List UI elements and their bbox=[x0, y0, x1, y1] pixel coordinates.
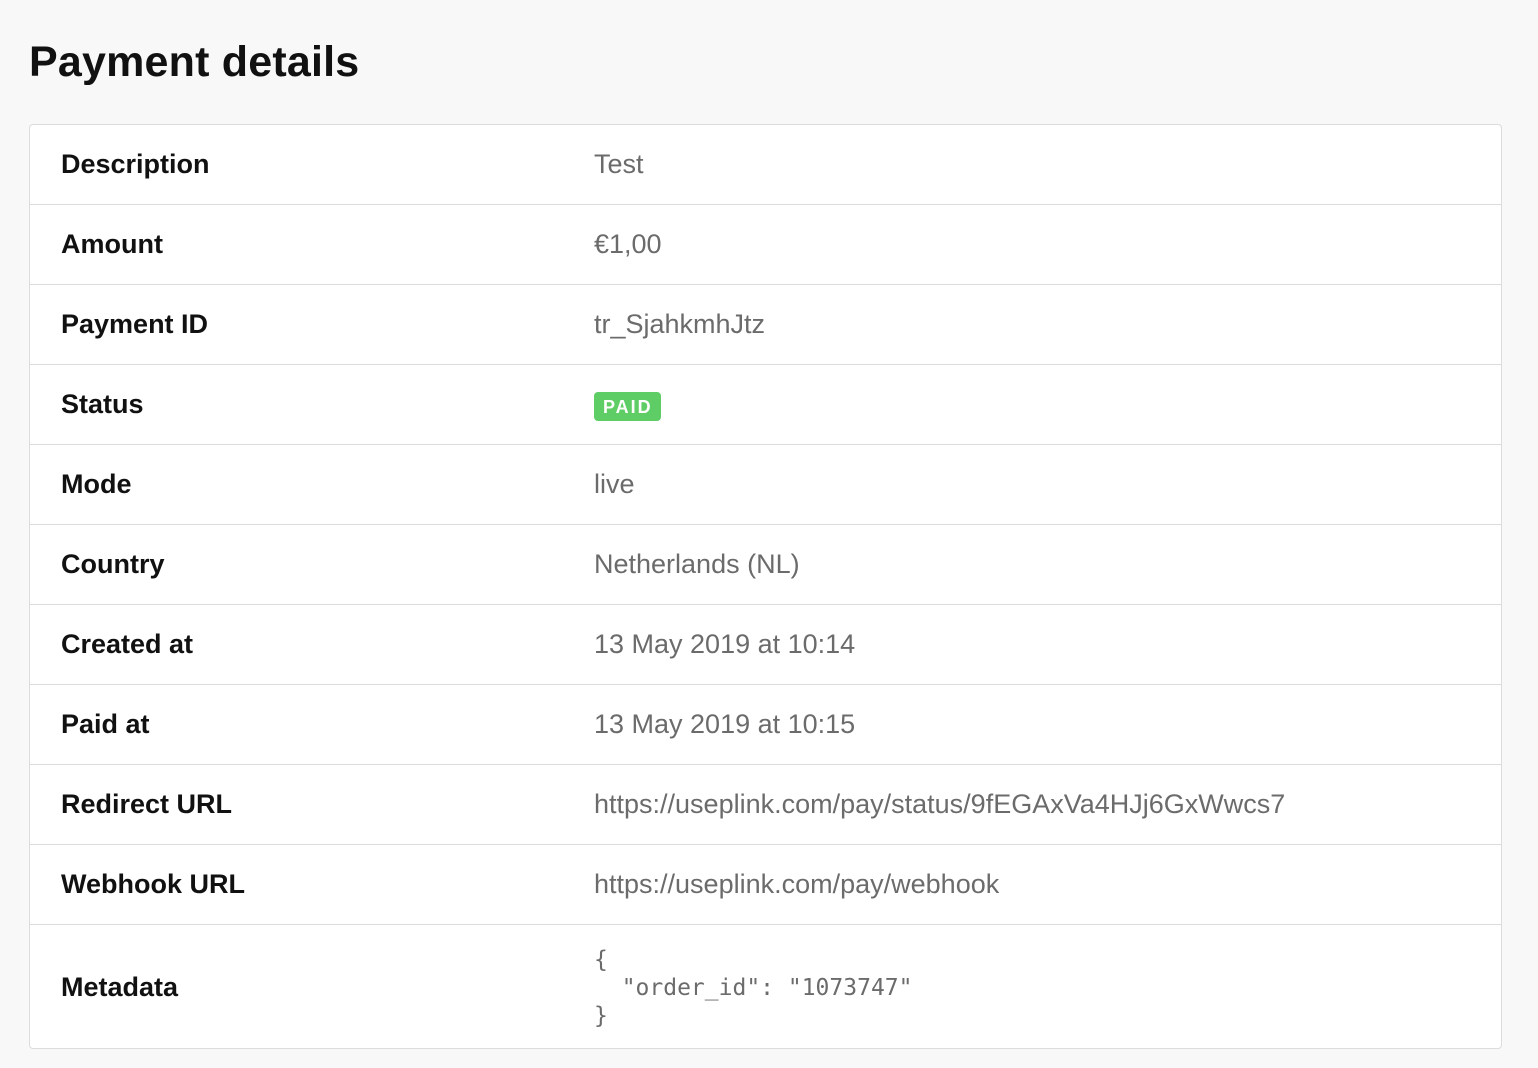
status-label: Status bbox=[61, 389, 144, 419]
created-at-label: Created at bbox=[61, 629, 194, 659]
payment-details-card: Description Test Amount €1,00 Payment ID… bbox=[29, 124, 1502, 1049]
detail-row-mode: Mode live bbox=[30, 445, 1501, 525]
redirect-url-value[interactable]: https://useplink.com/pay/status/9fEGAxVa… bbox=[594, 789, 1501, 820]
payment-id-value: tr_SjahkmhJtz bbox=[594, 309, 766, 339]
status-value: PAID bbox=[594, 389, 1501, 421]
mode-value: live bbox=[594, 469, 635, 499]
detail-row-amount: Amount €1,00 bbox=[30, 205, 1501, 285]
detail-row-metadata: Metadata { "order_id": "1073747" } bbox=[30, 925, 1501, 1048]
detail-row-country: Country Netherlands (NL) bbox=[30, 525, 1501, 605]
description-label: Description bbox=[61, 149, 210, 179]
detail-row-redirect-url: Redirect URL https://useplink.com/pay/st… bbox=[30, 765, 1501, 845]
country-value: Netherlands (NL) bbox=[594, 549, 800, 579]
detail-row-created-at: Created at 13 May 2019 at 10:14 bbox=[30, 605, 1501, 685]
webhook-url-value[interactable]: https://useplink.com/pay/webhook bbox=[594, 869, 1501, 900]
metadata-value: { "order_id": "1073747" } bbox=[594, 946, 1501, 1030]
country-label: Country bbox=[61, 549, 165, 579]
description-value: Test bbox=[594, 149, 644, 179]
page-title: Payment details bbox=[29, 38, 360, 86]
detail-row-paid-at: Paid at 13 May 2019 at 10:15 bbox=[30, 685, 1501, 765]
metadata-json: { "order_id": "1073747" } bbox=[594, 946, 913, 1029]
amount-value: €1,00 bbox=[594, 229, 662, 259]
detail-row-description: Description Test bbox=[30, 125, 1501, 205]
metadata-label: Metadata bbox=[61, 972, 179, 1002]
mode-label: Mode bbox=[61, 469, 132, 499]
amount-label: Amount bbox=[61, 229, 163, 259]
created-at-value: 13 May 2019 at 10:14 bbox=[594, 629, 856, 659]
redirect-url-label: Redirect URL bbox=[61, 789, 233, 819]
payment-details-page: Payment details Description Test Amount … bbox=[0, 0, 1538, 1068]
paid-at-value: 13 May 2019 at 10:15 bbox=[594, 709, 856, 739]
detail-row-payment-id: Payment ID tr_SjahkmhJtz bbox=[30, 285, 1501, 365]
paid-at-label: Paid at bbox=[61, 709, 150, 739]
payment-id-label: Payment ID bbox=[61, 309, 209, 339]
detail-row-status: Status PAID bbox=[30, 365, 1501, 445]
detail-row-webhook-url: Webhook URL https://useplink.com/pay/web… bbox=[30, 845, 1501, 925]
webhook-url-label: Webhook URL bbox=[61, 869, 245, 899]
status-badge: PAID bbox=[594, 391, 661, 421]
